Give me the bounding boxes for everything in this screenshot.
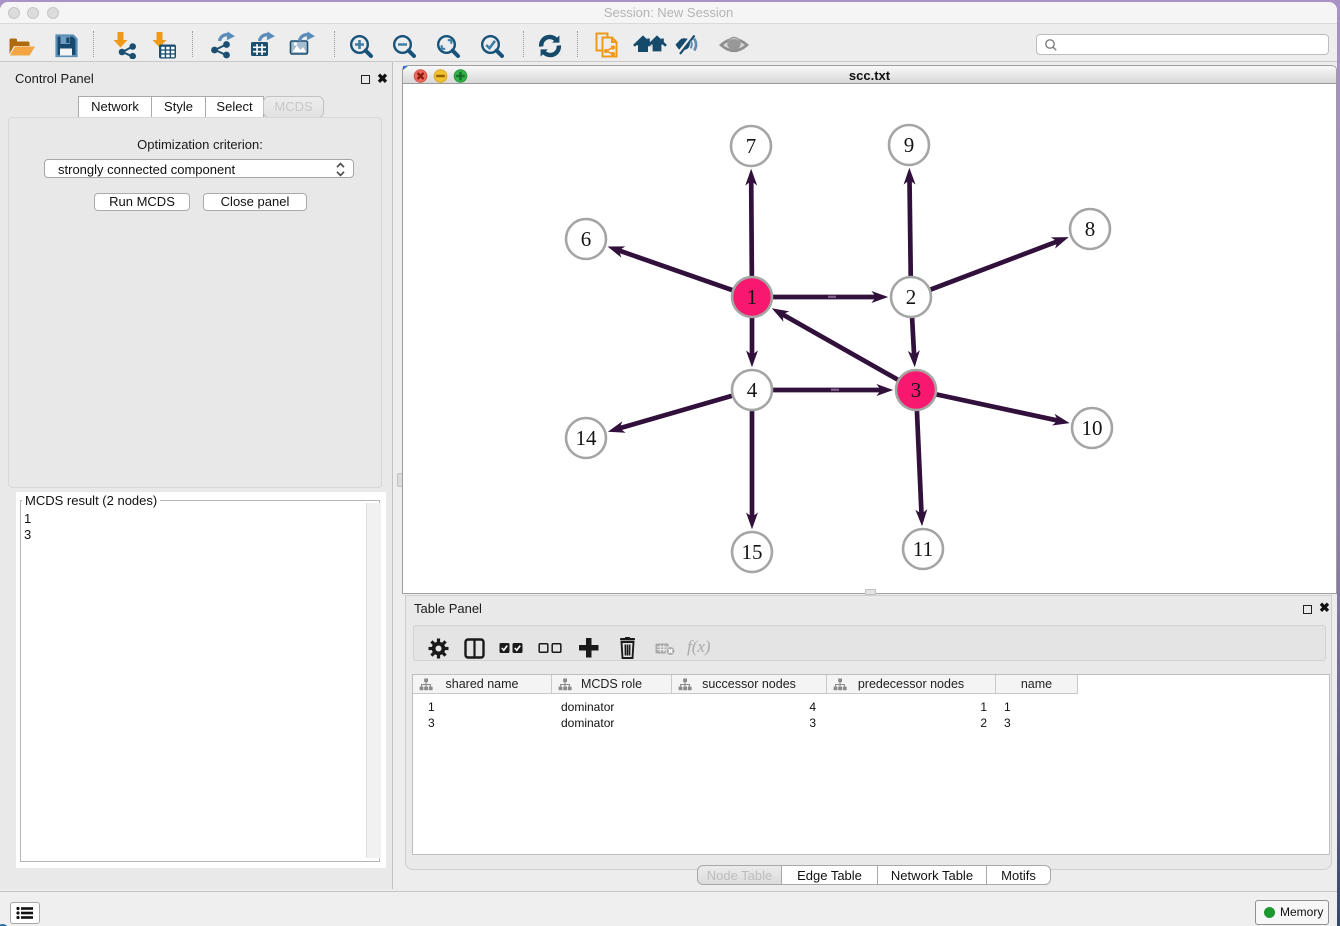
svg-text:11: 11 <box>913 537 933 561</box>
svg-text:7: 7 <box>746 134 757 158</box>
svg-text:10: 10 <box>1082 416 1103 440</box>
svg-text:3: 3 <box>911 378 922 402</box>
svg-text:1: 1 <box>747 285 758 309</box>
svg-text:9: 9 <box>904 133 915 157</box>
svg-text:14: 14 <box>576 426 598 450</box>
svg-text:2: 2 <box>906 285 917 309</box>
svg-text:4: 4 <box>747 378 758 402</box>
svg-text:15: 15 <box>742 540 763 564</box>
svg-text:6: 6 <box>581 227 592 251</box>
svg-text:8: 8 <box>1085 217 1096 241</box>
